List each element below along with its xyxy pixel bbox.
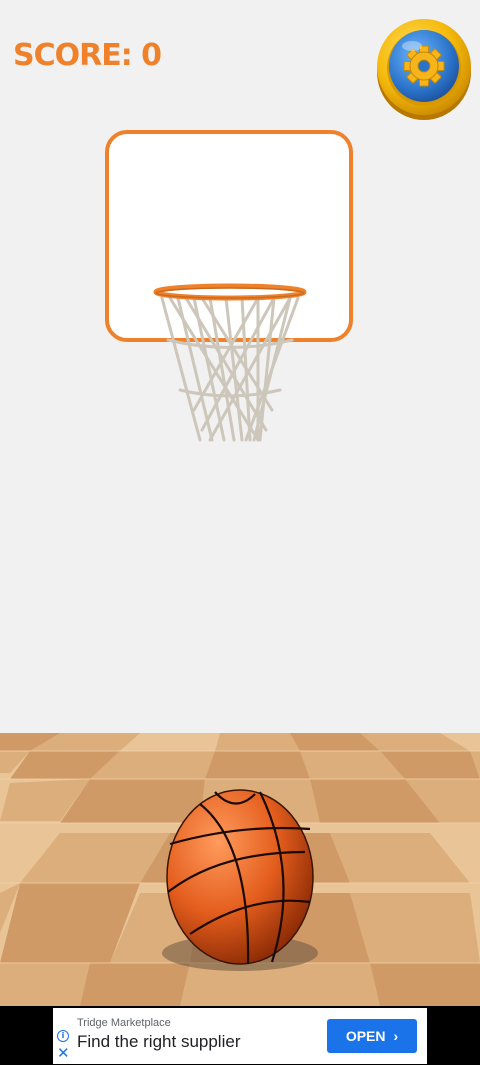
score-label: SCORE: 0 <box>13 38 162 73</box>
close-icon[interactable]: ✕ <box>57 1046 70 1061</box>
basketball[interactable] <box>160 784 320 984</box>
game-area[interactable]: SCORE: 0 <box>0 0 480 1006</box>
hoop-net <box>153 283 307 442</box>
ad-headline[interactable]: Find the right supplier <box>77 1032 240 1052</box>
ad-advertiser: Tridge Marketplace <box>77 1017 171 1029</box>
settings-button[interactable] <box>376 12 472 122</box>
ad-open-button[interactable]: OPEN › <box>327 1019 417 1053</box>
ad-banner[interactable]: i ✕ Tridge Marketplace Find the right su… <box>53 1008 427 1064</box>
gear-icon <box>377 19 471 120</box>
info-icon[interactable]: i <box>57 1030 69 1042</box>
ad-open-label: OPEN <box>345 1028 386 1044</box>
chevron-right-icon: › <box>393 1028 399 1044</box>
